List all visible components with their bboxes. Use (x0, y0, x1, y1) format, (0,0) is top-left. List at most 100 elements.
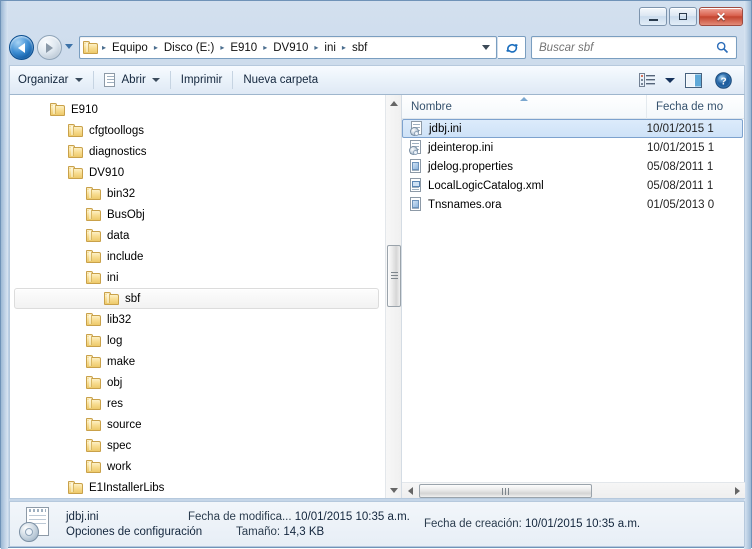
file-date-cell: 05/08/2011 1 (647, 179, 714, 192)
folder-icon (50, 103, 65, 116)
triangle-left-icon (407, 487, 413, 495)
tree-item-obj[interactable]: obj (10, 372, 385, 393)
tree-item-work[interactable]: work (10, 456, 385, 477)
document-file-icon (409, 159, 423, 174)
column-header-row: Nombre Fecha de mo (402, 94, 744, 119)
minimize-icon (648, 18, 658, 21)
tree-scrollbar-thumb[interactable] (387, 245, 401, 307)
file-name-cell: jdeinterop.ini (402, 140, 645, 155)
tree-item-cfgtoollogs[interactable]: cfgtoollogs (10, 120, 385, 141)
breadcrumb-item-sbf[interactable]: sbf (350, 41, 369, 55)
file-row[interactable]: jdbj.ini 10/01/2015 1 (402, 119, 743, 138)
tree-item-label: source (107, 418, 142, 431)
preview-pane-button[interactable] (678, 69, 708, 91)
tree-item-sbf[interactable]: sbf (14, 288, 379, 309)
help-button[interactable]: ? (708, 69, 738, 91)
breadcrumb-separator: ▸ (263, 43, 268, 52)
tree-item-data[interactable]: data (10, 225, 385, 246)
details-modified-size: Fecha de modifica... 10/01/2015 10:35 a.… (188, 511, 424, 538)
details-created-value: 10/01/2015 10:35 a.m. (525, 518, 641, 530)
navigation-pane[interactable]: E910 cfgtoollogs diagnostics DV910 bin32 BusO… (10, 95, 401, 498)
file-row[interactable]: jdeinterop.ini 10/01/2015 1 (402, 138, 743, 157)
details-text-group: jdbj.ini Opciones de configuración Fecha… (66, 511, 744, 538)
details-file-type: Opciones de configuración (66, 525, 203, 538)
file-row[interactable]: jdelog.properties 05/08/2011 1 (402, 157, 743, 176)
new-folder-button[interactable]: Nueva carpeta (235, 69, 326, 91)
folder-icon (68, 481, 83, 494)
breadcrumb-item-equipo[interactable]: Equipo (110, 41, 150, 55)
folder-icon (86, 250, 101, 263)
window-controls: ✕ (639, 7, 743, 26)
scroll-left-button[interactable] (402, 483, 418, 499)
folder-icon (86, 271, 101, 284)
file-date-cell: 01/05/2013 0 (647, 198, 715, 211)
config-file-icon (409, 140, 423, 155)
content-area: E910 cfgtoollogs diagnostics DV910 bin32 BusO… (9, 94, 745, 499)
window-edge-left (1, 1, 8, 549)
recent-pages-chevron-icon[interactable] (65, 44, 73, 49)
tree-item-busobj[interactable]: BusObj (10, 204, 385, 225)
refresh-button[interactable] (498, 36, 526, 59)
file-name-cell: Tnsnames.ora (402, 197, 645, 212)
file-date-cell: 10/01/2015 1 (646, 122, 714, 135)
back-button[interactable] (9, 35, 34, 60)
open-button[interactable]: Abrir (96, 69, 168, 91)
details-size-value: 14,3 KB (283, 525, 325, 538)
help-icon: ? (714, 71, 732, 89)
tree-item-bin32[interactable]: bin32 (10, 183, 385, 204)
forward-button[interactable] (37, 35, 62, 60)
search-box[interactable] (531, 36, 737, 59)
maximize-button[interactable] (669, 7, 697, 26)
tree-item-label: ini (107, 271, 119, 284)
scroll-down-button[interactable] (386, 482, 401, 498)
tree-item-e910[interactable]: E910 (10, 99, 385, 120)
tree-item-e1installerlibs[interactable]: E1InstallerLibs (10, 477, 385, 498)
change-view-button[interactable] (632, 69, 662, 91)
column-header-nombre[interactable]: Nombre (402, 95, 646, 119)
address-dropdown-icon[interactable] (482, 45, 490, 50)
breadcrumb-item-disco-e[interactable]: Disco (E:) (162, 41, 216, 55)
folder-icon (86, 418, 101, 431)
back-arrow-icon (18, 42, 25, 53)
file-list-horizontal-scrollbar[interactable] (402, 482, 745, 498)
tree-item-diagnostics[interactable]: diagnostics (10, 141, 385, 162)
minimize-button[interactable] (639, 7, 667, 26)
breadcrumb-item-ini[interactable]: ini (322, 41, 338, 55)
scroll-up-button[interactable] (386, 95, 401, 111)
breadcrumb-separator: ▸ (341, 43, 346, 52)
tree-item-source[interactable]: source (10, 414, 385, 435)
organize-button[interactable]: Organizar (10, 69, 91, 91)
tree-item-spec[interactable]: spec (10, 435, 385, 456)
column-header-fecha-modificacion[interactable]: Fecha de mo (646, 94, 744, 119)
print-button[interactable]: Imprimir (173, 69, 231, 91)
print-label: Imprimir (180, 74, 223, 86)
tree-item-label: work (107, 460, 132, 473)
tree-item-make[interactable]: make (10, 351, 385, 372)
tree-vertical-scrollbar[interactable] (385, 95, 401, 498)
config-file-icon (410, 121, 424, 136)
file-row[interactable]: LocalLogicCatalog.xml 05/08/2011 1 (402, 176, 743, 195)
tree-item-dv910[interactable]: DV910 (10, 162, 385, 183)
view-options-icon (639, 73, 655, 87)
scroll-right-button[interactable] (729, 483, 745, 499)
horizontal-scrollbar-thumb[interactable] (419, 484, 592, 498)
search-input[interactable] (539, 41, 716, 54)
breadcrumb-item-dv910[interactable]: DV910 (271, 41, 310, 55)
tree-item-ini[interactable]: ini (10, 267, 385, 288)
svg-text:?: ? (720, 76, 726, 87)
folder-icon (86, 460, 101, 473)
address-bar[interactable]: ▸ Equipo ▸ Disco (E:) ▸ E910 ▸ DV910 ▸ i… (79, 36, 497, 59)
tree-item-label: cfgtoollogs (89, 124, 144, 137)
file-row[interactable]: Tnsnames.ora 01/05/2013 0 (402, 195, 743, 214)
view-dropdown-button[interactable] (662, 69, 678, 91)
close-button[interactable]: ✕ (699, 7, 743, 26)
tree-item-log[interactable]: log (10, 330, 385, 351)
file-list-pane[interactable]: Nombre Fecha de mo jdbj.ini 10/01/2015 1j… (401, 94, 745, 498)
breadcrumb-item-e910[interactable]: E910 (228, 41, 259, 55)
triangle-up-icon (390, 100, 398, 106)
tree-item-include[interactable]: include (10, 246, 385, 267)
file-name-label: Tnsnames.ora (428, 198, 502, 211)
tree-item-res[interactable]: res (10, 393, 385, 414)
details-modified-row: Fecha de modifica... 10/01/2015 10:35 a.… (188, 511, 424, 523)
tree-item-lib32[interactable]: lib32 (10, 309, 385, 330)
